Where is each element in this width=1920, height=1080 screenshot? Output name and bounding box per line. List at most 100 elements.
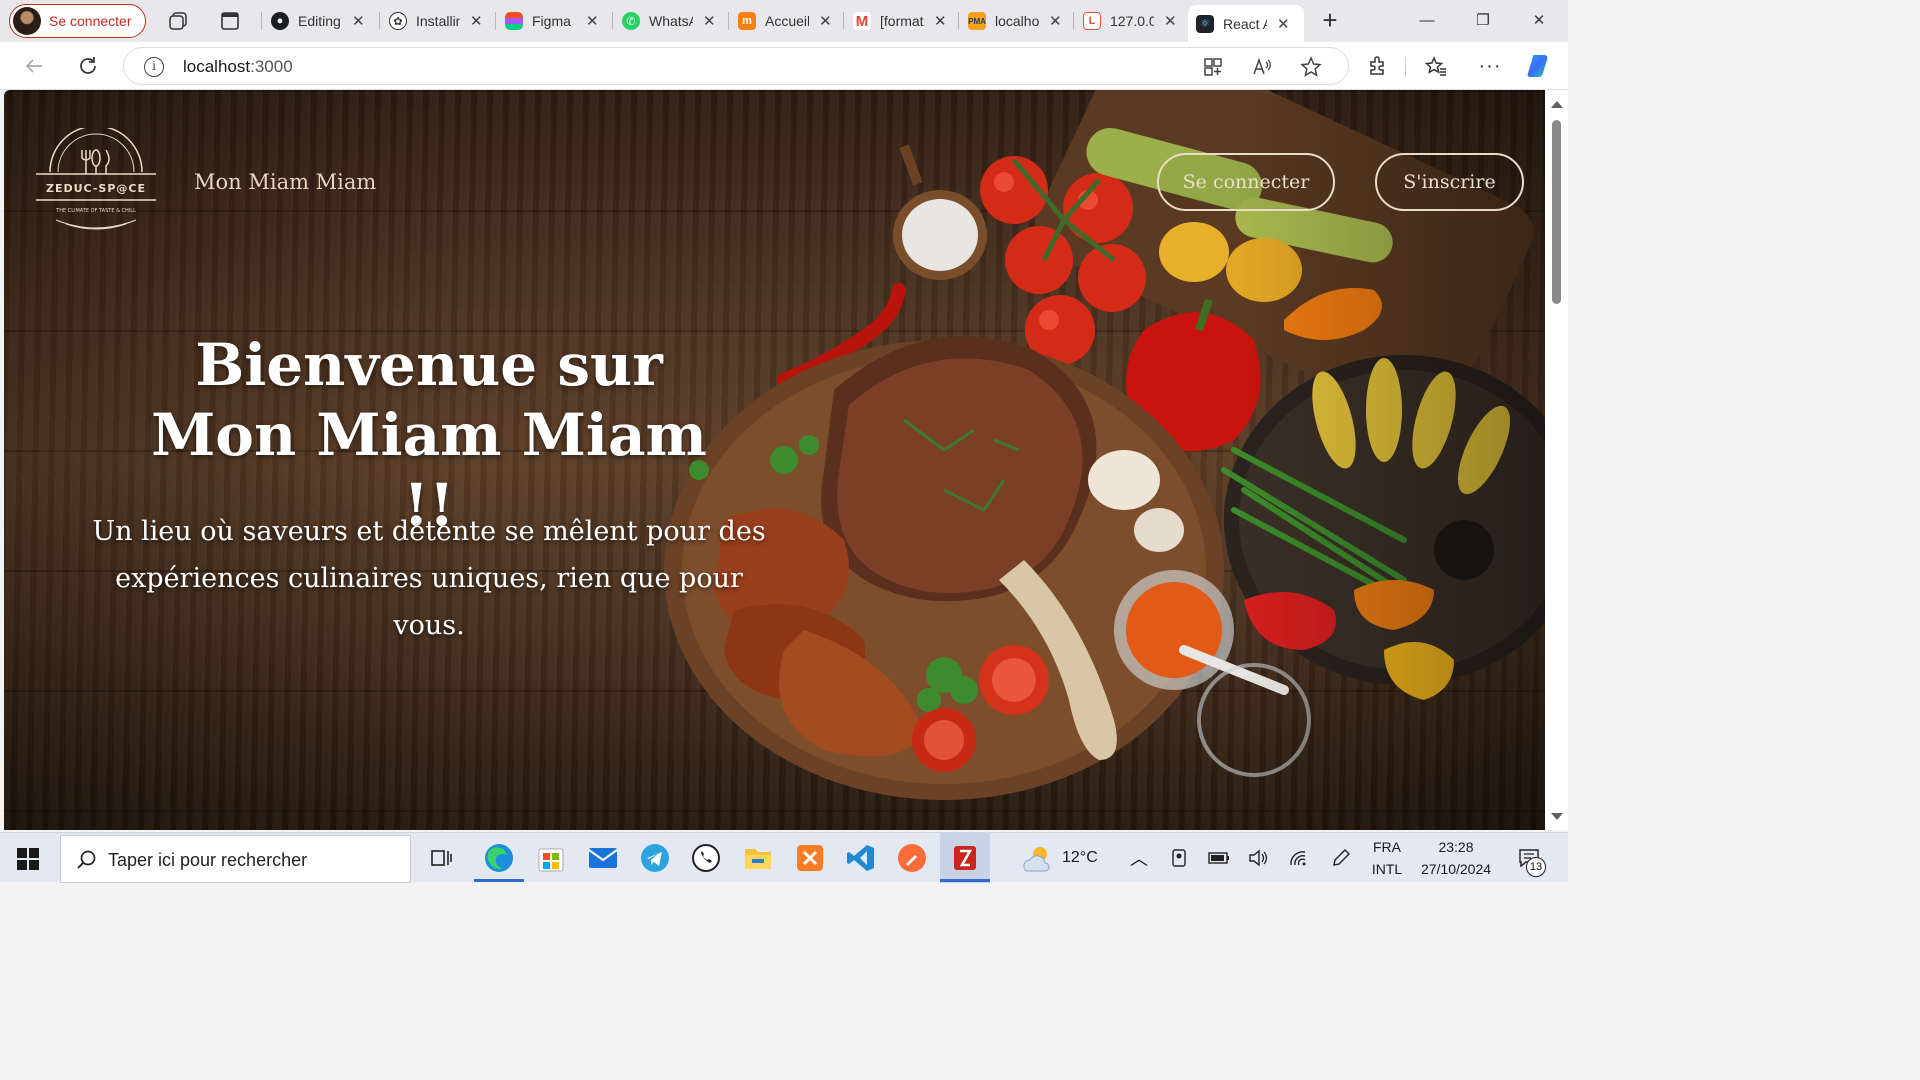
scrollbar-thumb[interactable] (1552, 120, 1561, 304)
telegram-icon[interactable] (638, 841, 672, 875)
figma-icon (505, 12, 523, 30)
tab-title: 127.0.0.1 (1110, 13, 1154, 29)
close-icon[interactable]: ✕ (934, 12, 947, 30)
wifi-icon[interactable] (1285, 841, 1313, 875)
tab-figma[interactable]: Figma ✕ (497, 5, 599, 37)
meet-now-icon[interactable] (1165, 841, 1193, 875)
tab-127[interactable]: L 127.0.0.1 ✕ (1075, 5, 1177, 37)
more-menu-icon[interactable]: ··· (1476, 52, 1504, 80)
battery-icon[interactable] (1205, 841, 1233, 875)
filezilla-icon[interactable] (948, 841, 982, 875)
close-icon[interactable]: ✕ (1277, 15, 1290, 33)
read-aloud-icon[interactable] (1251, 56, 1273, 78)
signup-button[interactable]: S'inscrire (1375, 153, 1524, 211)
close-icon[interactable]: ✕ (470, 12, 483, 30)
windows-taskbar: Taper ici pour rechercher 12°C ︿ FRA INT… (0, 832, 1568, 883)
search-placeholder: Taper ici pour rechercher (108, 850, 308, 870)
page-scrollbar[interactable] (1545, 90, 1568, 830)
vertical-tabs-icon[interactable] (217, 8, 243, 34)
scroll-down-icon[interactable] (1551, 813, 1563, 820)
moodle-icon: m (738, 12, 756, 30)
tab-title: [formation] (880, 13, 924, 29)
laravel-icon: L (1083, 12, 1101, 30)
windows-start-icon[interactable] (17, 848, 39, 870)
address-bar[interactable]: i localhost:3000 (123, 47, 1349, 85)
logo-name: ZEDUC-SP@CE (46, 182, 146, 195)
scroll-up-icon[interactable] (1551, 101, 1563, 108)
tab-accueil[interactable]: m Accueil ✕ (730, 5, 832, 37)
mail-icon[interactable] (586, 841, 620, 875)
profile-button[interactable]: Se connecter (9, 4, 146, 38)
logo-tagline: THE CLIMATE OF TASTE & CHILL (55, 208, 136, 214)
favorite-star-icon[interactable] (1300, 56, 1322, 78)
whatsapp-icon: ✆ (622, 12, 640, 30)
restore-icon[interactable]: ❐ (1468, 8, 1498, 34)
postman-icon[interactable] (895, 841, 929, 875)
tab-installing[interactable]: ✿ Installing ✕ (381, 5, 483, 37)
volume-icon[interactable] (1244, 841, 1272, 875)
app-available-icon[interactable] (1202, 56, 1224, 78)
avatar (13, 7, 41, 35)
tab-title: Figma (532, 13, 571, 29)
window-close-icon[interactable]: ✕ (1524, 8, 1554, 34)
url-text: localhost:3000 (183, 57, 293, 76)
tab-title: React App (1223, 15, 1267, 32)
extensions-icon[interactable] (1363, 52, 1391, 80)
tab-editing[interactable]: ● Editing ✕ (263, 5, 365, 37)
tab-title: WhatsApp (649, 13, 693, 29)
close-icon[interactable]: ✕ (1049, 12, 1062, 30)
close-icon[interactable]: ✕ (352, 12, 365, 30)
show-hidden-icons-icon[interactable]: ︿ (1130, 845, 1148, 871)
workspaces-icon[interactable] (165, 8, 191, 34)
vscode-icon[interactable] (844, 841, 878, 875)
openai-icon: ✿ (389, 12, 407, 30)
file-explorer-icon[interactable] (741, 841, 775, 875)
phpmyadmin-icon: PMA (968, 12, 986, 30)
new-tab-button[interactable]: + (1318, 7, 1342, 35)
clock-date[interactable]: 27/10/2024 (1414, 861, 1498, 877)
edge-icon[interactable] (482, 841, 516, 875)
login-button[interactable]: Se connecter (1157, 153, 1335, 211)
search-icon (77, 850, 96, 869)
minimize-icon[interactable]: — (1412, 8, 1442, 34)
close-icon[interactable]: ✕ (1164, 12, 1177, 30)
page-hero: ZEDUC-SP@CE THE CLIMATE OF TASTE & CHILL… (4, 90, 1545, 830)
github-icon: ● (271, 12, 289, 30)
whatsapp-desktop-icon[interactable] (689, 841, 723, 875)
tab-localhost[interactable]: PMA localhost ✕ (960, 5, 1062, 37)
hero-subtitle: Un lieu où saveurs et détente se mêlent … (92, 516, 766, 641)
back-icon[interactable] (20, 52, 48, 80)
gmail-icon: M (853, 12, 871, 30)
tab-title: Accueil (765, 13, 809, 29)
tab-title: Installing (416, 13, 460, 29)
site-info-icon[interactable]: i (144, 57, 164, 77)
site-name[interactable]: Mon Miam Miam (194, 170, 376, 194)
clock-time[interactable]: 23:28 (1414, 839, 1498, 855)
close-icon[interactable]: ✕ (819, 12, 832, 30)
zeduc-space-logo: ZEDUC-SP@CE THE CLIMATE OF TASTE & CHILL (36, 128, 156, 230)
tab-strip: Se connecter ● Editing ✕ ✿ Installing ✕ … (0, 0, 1568, 42)
pen-menu-icon[interactable] (1327, 841, 1355, 875)
language-indicator[interactable]: FRA (1370, 839, 1404, 855)
xampp-icon[interactable] (793, 841, 827, 875)
react-icon: ⚛ (1196, 14, 1214, 33)
copilot-icon[interactable] (1526, 52, 1554, 80)
tab-title: Editing (298, 13, 341, 29)
keyboard-layout[interactable]: INTL (1370, 861, 1404, 877)
weather-icon[interactable] (1016, 841, 1056, 875)
tab-whatsapp[interactable]: ✆ WhatsApp ✕ (614, 5, 716, 37)
task-view-icon[interactable] (424, 841, 458, 875)
close-icon[interactable]: ✕ (586, 12, 599, 30)
profile-label: Se connecter (49, 13, 132, 29)
close-icon[interactable]: ✕ (703, 12, 716, 30)
browser-toolbar: i localhost:3000 ··· (0, 42, 1568, 90)
tab-formation[interactable]: M [formation] ✕ (845, 5, 947, 37)
weather-temp[interactable]: 12°C (1062, 849, 1098, 867)
favorites-icon[interactable] (1422, 52, 1450, 80)
refresh-icon[interactable] (74, 52, 102, 80)
tab-react-app[interactable]: ⚛ React App ✕ (1188, 5, 1304, 42)
microsoft-store-icon[interactable] (534, 841, 568, 875)
taskbar-search[interactable]: Taper ici pour rechercher (60, 835, 411, 883)
tab-title: localhost (995, 13, 1039, 29)
notification-count-badge: 13 (1526, 857, 1546, 877)
